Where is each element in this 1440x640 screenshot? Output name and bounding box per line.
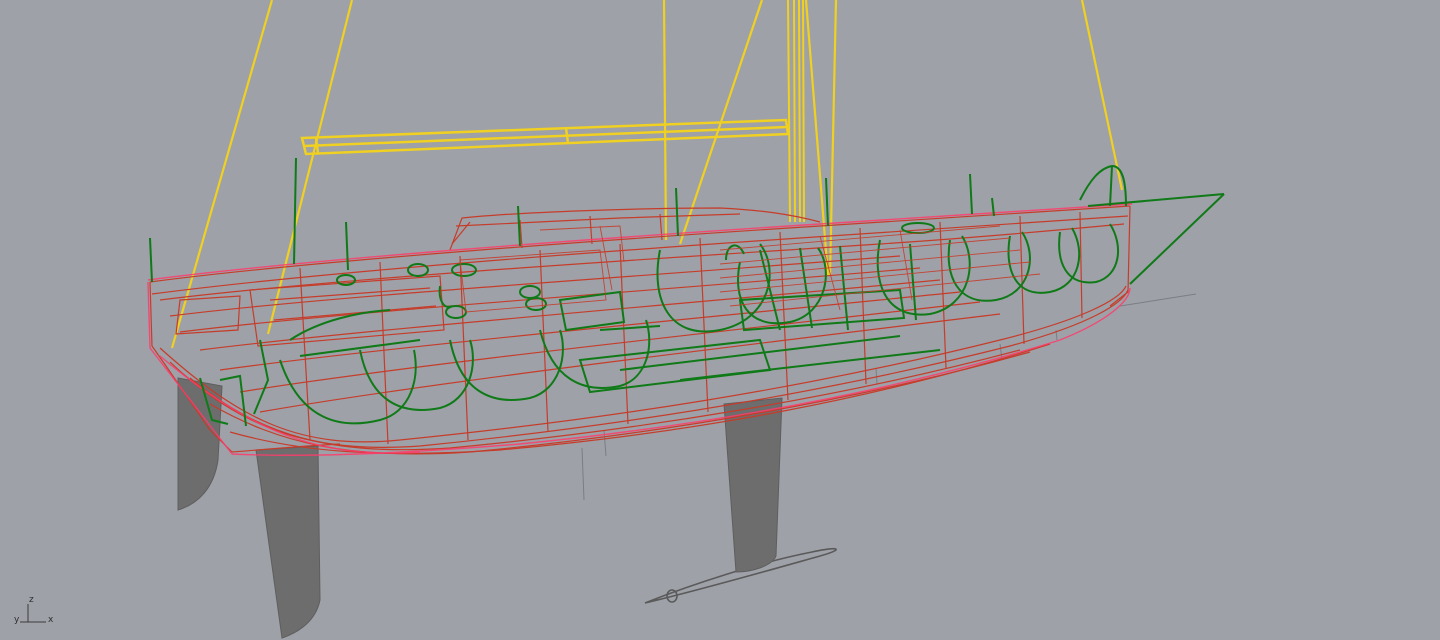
axis-label-y: y <box>14 615 20 625</box>
appendages <box>177 377 783 639</box>
hull-wireframe <box>149 205 1131 455</box>
axis-label-z: z <box>29 595 34 605</box>
boom <box>300 118 790 156</box>
keel-fin <box>723 397 783 573</box>
ground-reference-lines <box>581 293 1197 501</box>
rigging <box>170 0 1124 349</box>
mast <box>787 0 805 223</box>
axis-label-x: x <box>48 615 54 625</box>
axis-triad: z y x <box>14 595 54 625</box>
hull-silhouette-edges <box>147 203 1133 456</box>
rhino-viewport[interactable]: z y x <box>0 0 1440 640</box>
deck-gear <box>149 157 1225 427</box>
boat-wireframe-scene <box>147 0 1225 639</box>
rudder-main <box>255 445 321 639</box>
